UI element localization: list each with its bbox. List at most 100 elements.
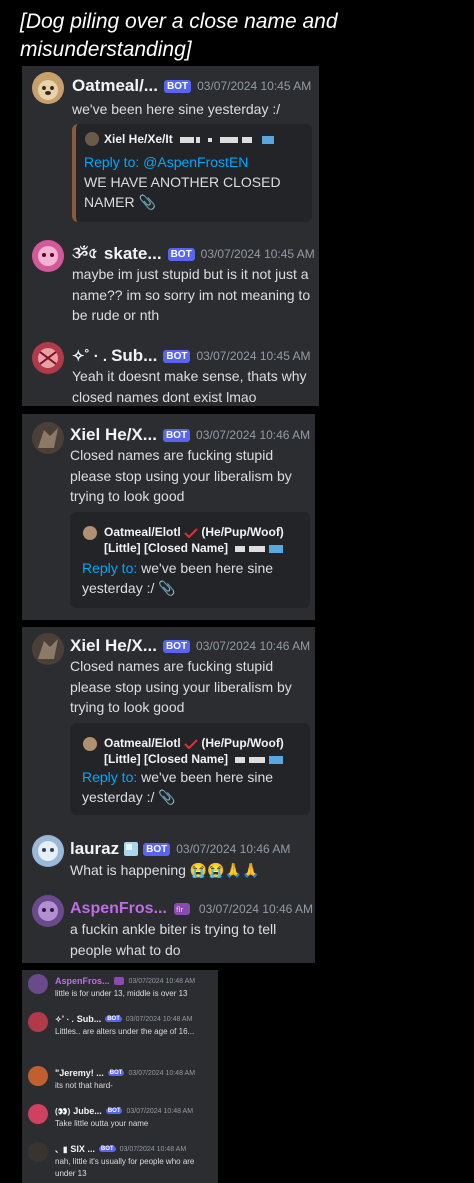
chat-panel-4: AspenFros... 03/07/2024 10:48 AM little … [22,970,218,1183]
timestamp: 03/07/2024 10:46 AM [176,842,291,856]
message-text: Closed names are fucking stupid please s… [70,447,292,504]
red-check-icon [184,528,198,538]
crying-emoji-icon: 😭😭 [189,862,225,878]
bot-badge: BOT [167,247,195,261]
reply-to-label: Reply to: [82,560,138,576]
reply-embed: Xiel He/Xe/It Reply to: @AspenFrostEN WE… [72,124,312,222]
reply-to-label: Reply to: [84,154,140,170]
username[interactable]: Xiel He/X... [70,425,157,445]
embed-author-icon [83,737,97,751]
embed-author-name: Oatmeal/Elotl [104,736,181,750]
avatar[interactable] [28,974,48,994]
embed-author-pronouns: (He/Pup/Woof) [201,525,284,539]
message-text: Take little outta your name [55,1119,149,1128]
username[interactable]: Jube... [73,1106,102,1116]
timestamp: 03/07/2024 10:45 AM [196,349,311,363]
username[interactable]: lauraz [70,839,119,859]
avatar[interactable] [32,895,64,927]
timestamp: 03/07/2024 10:45 AM [197,79,312,93]
image-caption: [Dog piling over a close name and misund… [20,10,338,61]
bot-badge: BOT [163,349,191,363]
username[interactable]: skate... [104,244,162,264]
avatar[interactable] [28,1066,48,1086]
username[interactable]: "Jeremy! ... [55,1068,104,1078]
timestamp: 03/07/2024 10:48 AM [126,1107,194,1115]
prayer-hands-icon: 🙏🙏 [224,862,260,878]
avatar[interactable] [32,835,64,867]
timestamp: 03/07/2024 10:46 AM [196,428,311,442]
chat-panel-1: Oatmeal/... BOT 03/07/2024 10:45 AM we'v… [22,66,319,406]
timestamp: 03/07/2024 10:48 AM [125,1015,193,1023]
avatar[interactable] [32,633,64,665]
bot-badge: BOT [163,79,192,93]
username[interactable]: Sub... [77,1014,102,1024]
timestamp: 03/07/2024 10:46 AM [196,639,311,653]
message-text: little is for under 13, middle is over 1… [55,989,188,998]
username-prefix: ૐ৫ [72,244,98,262]
message-text: What is happening [70,862,186,878]
reply-to-label: Reply to: [82,769,138,785]
embed-author-name: Xiel He/Xe/It [104,132,173,146]
role-icon [113,977,124,985]
timestamp: 03/07/2024 10:48 AM [128,977,196,985]
avatar[interactable] [32,342,64,374]
bot-badge: BOT [105,1108,123,1114]
message-text: we've been here sine yesterday :/ [72,101,281,117]
avatar[interactable] [28,1012,48,1032]
paperclip-icon: 📎 [138,194,156,210]
avatar[interactable] [32,422,64,454]
avatar[interactable] [32,240,64,272]
red-check-icon [184,739,198,749]
embed-author-tags: [Little] [Closed Name] [104,752,229,766]
username[interactable]: SIX ... [70,1144,95,1154]
message-text: its not that hard- [55,1081,113,1090]
embed-author-icon [83,526,97,540]
avatar[interactable] [32,72,64,104]
avatar[interactable] [28,1104,48,1124]
embed-author-name: Oatmeal/Elotl [104,525,181,539]
chat-panel-2: Xiel He/X... BOT 03/07/2024 10:46 AM Clo… [22,414,315,620]
timestamp: 03/07/2024 10:48 AM [119,1145,187,1153]
chat-panel-3: Xiel He/X... BOT 03/07/2024 10:46 AM Clo… [22,627,315,963]
ice-cube-icon [124,842,139,856]
username[interactable]: Sub... [111,346,157,366]
avatar[interactable] [28,1142,48,1162]
username[interactable]: Xiel He/X... [70,636,157,656]
embed-text: WE HAVE ANOTHER CLOSED NAMER [84,174,281,210]
reply-embed: Oatmeal/Elotl (He/Pup/Woof) [Little] [Cl… [70,512,310,608]
reply-mention[interactable]: @AspenFrostEN [143,154,248,170]
username[interactable]: Oatmeal/... [72,76,158,96]
message-text: a fuckin ankle biter is trying to tell p… [70,921,277,958]
username-prefix-icon: (👀) [55,1106,71,1116]
bot-badge: BOT [162,428,191,442]
username[interactable]: AspenFros... [70,900,167,918]
username[interactable]: AspenFros... [55,976,110,986]
message-text: Closed names are fucking stupid please s… [70,658,292,715]
embed-author-pronouns: (He/Pup/Woof) [201,736,284,750]
paperclip-icon: 📎 [158,580,176,596]
reply-embed: Oatmeal/Elotl (He/Pup/Woof) [Little] [Cl… [70,723,310,815]
glitch-flags-icon [235,755,284,764]
embed-author-icon [85,132,99,146]
timestamp: 03/07/2024 10:45 AM [200,247,315,261]
bot-badge: BOT [98,1146,116,1152]
timestamp: 03/07/2024 10:48 AM [128,1069,196,1077]
username-prefix: ✧˚ · . [72,348,108,365]
message-text: Littles.. are alters under the age of 16… [55,1027,195,1036]
bot-badge: BOT [105,1016,122,1022]
glitch-flags-icon [180,135,275,144]
message-text: nah, little it's usually for people who … [55,1157,195,1178]
embed-author-tags: [Little] [Closed Name] [104,541,229,555]
username-prefix-icon: 、▮ [55,1144,68,1154]
timestamp: 03/07/2024 10:46 AM [198,902,313,916]
svg-text:flr: flr [176,906,183,914]
paperclip-icon: 📎 [158,789,176,805]
bot-badge: BOT [143,842,171,856]
bot-badge: BOT [162,639,191,653]
role-icon: flr [173,903,190,915]
bot-badge: BOT [107,1070,125,1076]
username-prefix: ✧˚ · . [55,1014,74,1024]
glitch-flags-icon [235,544,284,553]
message-text: maybe im just stupid but is it not just … [72,266,311,323]
message-text: Yeah it doesnt make sense, thats why clo… [72,368,307,405]
